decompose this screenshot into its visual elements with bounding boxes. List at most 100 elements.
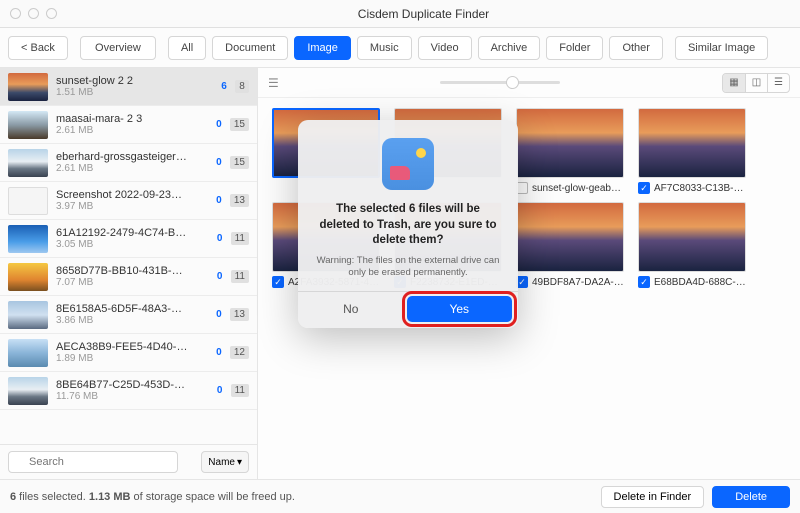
file-size: 1.89 MB — [56, 353, 204, 364]
sidebar: sunset-glow 2 2 1.51 MB 6 8 maasai-mara-… — [0, 68, 258, 479]
selected-count: 0 — [213, 271, 227, 282]
list-item[interactable]: AECA38B9-FEE5-4D40-… 1.89 MB 0 12 — [0, 334, 257, 372]
file-name: 8BE64B77-C25D-453D-… — [56, 379, 205, 391]
list-item[interactable]: 8658D77B-BB10-431B-… 7.07 MB 0 11 — [0, 258, 257, 296]
list-item[interactable]: 8BE64B77-C25D-453D-… 11.76 MB 0 11 — [0, 372, 257, 410]
window-controls — [10, 8, 57, 19]
total-count: 11 — [231, 384, 249, 397]
thumbnail-size-slider[interactable] — [279, 81, 722, 84]
list-item[interactable]: 61A12192-2479-4C74-B… 3.05 MB 0 11 — [0, 220, 257, 258]
tab-image[interactable]: Image — [294, 36, 351, 60]
file-name: eberhard-grossgasteiger… — [56, 151, 204, 163]
list-item[interactable]: 8E6158A5-6D5F-48A3-… 3.86 MB 0 13 — [0, 296, 257, 334]
file-size: 3.05 MB — [56, 239, 205, 250]
dialog-yes-button[interactable]: Yes — [407, 296, 513, 322]
zoom-icon[interactable] — [46, 8, 57, 19]
selected-count: 0 — [212, 347, 226, 358]
item-info: AECA38B9-FEE5-4D40-… 1.89 MB — [56, 341, 204, 364]
thumbnail-icon — [8, 301, 48, 329]
tab-document[interactable]: Document — [212, 36, 288, 60]
dialog-app-icon — [382, 138, 434, 190]
item-info: 8658D77B-BB10-431B-… 7.07 MB — [56, 265, 205, 288]
selected-count: 6 — [217, 81, 231, 92]
tab-video[interactable]: Video — [418, 36, 472, 60]
duplicate-group-list[interactable]: sunset-glow 2 2 1.51 MB 6 8 maasai-mara-… — [0, 68, 257, 444]
thumbnail-cell[interactable]: ✓49BDF8A7-DA2A-4… — [516, 202, 624, 288]
tab-all[interactable]: All — [168, 36, 206, 60]
back-button[interactable]: < Back — [8, 36, 68, 60]
dialog-buttons: No Yes — [298, 291, 518, 328]
selected-count: 0 — [212, 119, 226, 130]
total-count: 13 — [230, 194, 249, 207]
selected-count: 0 — [212, 195, 226, 206]
file-size: 3.97 MB — [56, 201, 204, 212]
filter-icon[interactable]: ☰ — [268, 76, 279, 90]
footer: 6 files selected. 1.13 MB of storage spa… — [0, 479, 800, 513]
total-count: 15 — [230, 118, 249, 131]
category-tabs: All Document Image Music Video Archive F… — [168, 36, 663, 60]
item-info: 61A12192-2479-4C74-B… 3.05 MB — [56, 227, 205, 250]
thumbnail-cell[interactable]: ✓ AF7C8033-C13B-4… — [638, 108, 746, 194]
item-info: sunset-glow 2 2 1.51 MB — [56, 75, 209, 98]
tab-other[interactable]: Other — [609, 36, 663, 60]
file-name: AECA38B9-FEE5-4D40-… — [56, 341, 204, 353]
file-name: 61A12192-2479-4C74-B… — [56, 227, 205, 239]
file-size: 2.61 MB — [56, 163, 204, 174]
delete-in-finder-button[interactable]: Delete in Finder — [601, 486, 705, 508]
item-counts: 0 11 — [213, 270, 249, 283]
item-counts: 0 11 — [213, 232, 249, 245]
selected-count: 0 — [213, 385, 227, 396]
checkbox-icon[interactable]: ✓ — [638, 276, 650, 288]
selected-count: 0 — [213, 233, 227, 244]
overview-button[interactable]: Overview — [80, 36, 156, 60]
item-counts: 0 12 — [212, 346, 249, 359]
item-counts: 6 8 — [217, 80, 249, 93]
similar-image-button[interactable]: Similar Image — [675, 36, 768, 60]
checkbox-icon[interactable]: ✓ — [638, 182, 650, 194]
delete-button[interactable]: Delete — [712, 486, 790, 508]
item-counts: 0 15 — [212, 118, 249, 131]
tab-archive[interactable]: Archive — [478, 36, 541, 60]
item-info: 8E6158A5-6D5F-48A3-… 3.86 MB — [56, 303, 204, 326]
total-count: 15 — [230, 156, 249, 169]
titlebar: Cisdem Duplicate Finder — [0, 0, 800, 28]
item-info: Screenshot 2022-09-23… 3.97 MB — [56, 189, 204, 212]
thumbnail-cell[interactable]: ✓ E68BDA4D-688C-4… — [638, 202, 746, 288]
thumbnail-icon — [8, 263, 48, 291]
item-info: eberhard-grossgasteiger… 2.61 MB — [56, 151, 204, 174]
thumbnail-label: ✓ AF7C8033-C13B-4… — [638, 182, 746, 194]
item-counts: 0 11 — [213, 384, 249, 397]
checkbox-icon[interactable]: ✓ — [272, 276, 284, 288]
dialog-no-button[interactable]: No — [298, 292, 404, 326]
thumbnail-filename: E68BDA4D-688C-4… — [654, 277, 746, 288]
tab-folder[interactable]: Folder — [546, 36, 603, 60]
view-columns-icon[interactable]: ◫ — [745, 74, 767, 92]
thumbnail-cell[interactable]: sunset-glow-geab3… — [516, 108, 624, 194]
confirm-dialog: The selected 6 files will be deleted to … — [298, 120, 518, 328]
thumbnail-icon — [8, 377, 48, 405]
list-item[interactable]: Screenshot 2022-09-23… 3.97 MB 0 13 — [0, 182, 257, 220]
window-title: Cisdem Duplicate Finder — [57, 7, 790, 21]
view-list-icon[interactable]: ☰ — [767, 74, 789, 92]
close-icon[interactable] — [10, 8, 21, 19]
file-name: 8E6158A5-6D5F-48A3-… — [56, 303, 204, 315]
status-text: 6 files selected. 1.13 MB of storage spa… — [10, 491, 295, 503]
list-item[interactable]: sunset-glow 2 2 1.51 MB 6 8 — [0, 68, 257, 106]
file-size: 7.07 MB — [56, 277, 205, 288]
tab-music[interactable]: Music — [357, 36, 412, 60]
list-item[interactable]: eberhard-grossgasteiger… 2.61 MB 0 15 — [0, 144, 257, 182]
file-name: Screenshot 2022-09-23… — [56, 189, 204, 201]
thumbnail-image — [516, 108, 624, 178]
thumbnail-filename: AF7C8033-C13B-4… — [654, 183, 746, 194]
view-grid-icon[interactable]: ▦ — [723, 74, 745, 92]
minimize-icon[interactable] — [28, 8, 39, 19]
item-info: 8BE64B77-C25D-453D-… 11.76 MB — [56, 379, 205, 402]
selected-count: 0 — [212, 157, 226, 168]
list-item[interactable]: maasai-mara- 2 3 2.61 MB 0 15 — [0, 106, 257, 144]
thumbnail-filename: sunset-glow-geab3… — [532, 183, 624, 194]
dialog-warning: Warning: The files on the external drive… — [298, 249, 518, 292]
total-count: 11 — [231, 270, 249, 283]
sort-button[interactable]: Name▾ — [201, 451, 249, 473]
search-input[interactable] — [8, 451, 178, 473]
thumbnail-label: sunset-glow-geab3… — [516, 182, 624, 194]
